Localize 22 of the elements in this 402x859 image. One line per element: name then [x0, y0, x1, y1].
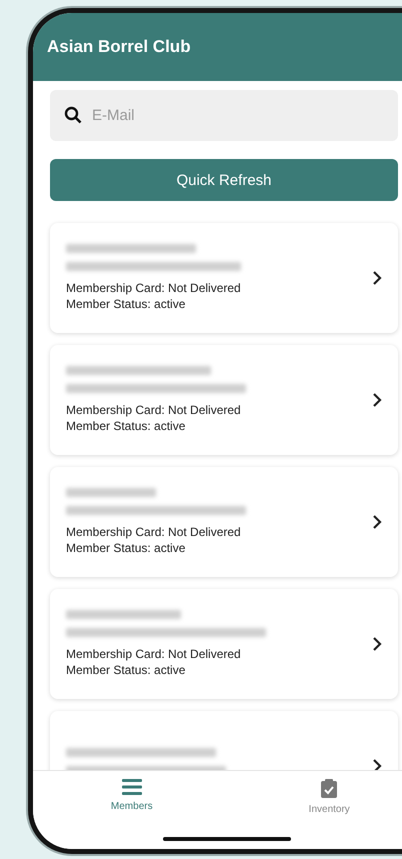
- member-status-text: Member Status: active: [66, 540, 186, 556]
- member-card[interactable]: Membership Card: Not Delivered Member Status: active: [50, 345, 398, 455]
- tab[interactable]: Members: [33, 771, 230, 849]
- chevron-right-icon: [372, 514, 382, 530]
- member-status-text: Member Status: active: [66, 296, 186, 312]
- member-card[interactable]: Membership Card: Not Delivered Member Status: active: [50, 223, 398, 333]
- quick-refresh-button[interactable]: Quick Refresh: [50, 159, 398, 201]
- member-status-text: Member Status: active: [66, 662, 186, 678]
- clipboard-check-icon: [321, 779, 338, 798]
- card-status-text: Membership Card: Not Delivered: [66, 280, 242, 296]
- chevron-right-icon: [372, 392, 382, 408]
- chevron-right-icon: [372, 636, 382, 652]
- member-card[interactable]: Membership Card: Not Delivered Member Status: active: [50, 467, 398, 577]
- member-card[interactable]: Membership Card: Not Delivered Member Status: active: [50, 589, 398, 699]
- card-status-text: Membership Card: Not Delivered: [66, 524, 242, 540]
- app-title: Asian Borrel Club: [47, 37, 191, 56]
- member-status-text: Member Status: active: [66, 418, 186, 434]
- card-status-text: Membership Card: Not Delivered: [66, 646, 242, 662]
- search-field[interactable]: E-Mail: [50, 90, 398, 141]
- chevron-right-icon: [372, 270, 382, 286]
- menu-icon: [122, 779, 142, 795]
- card-status-text: Membership Card: Not Delivered: [66, 402, 242, 418]
